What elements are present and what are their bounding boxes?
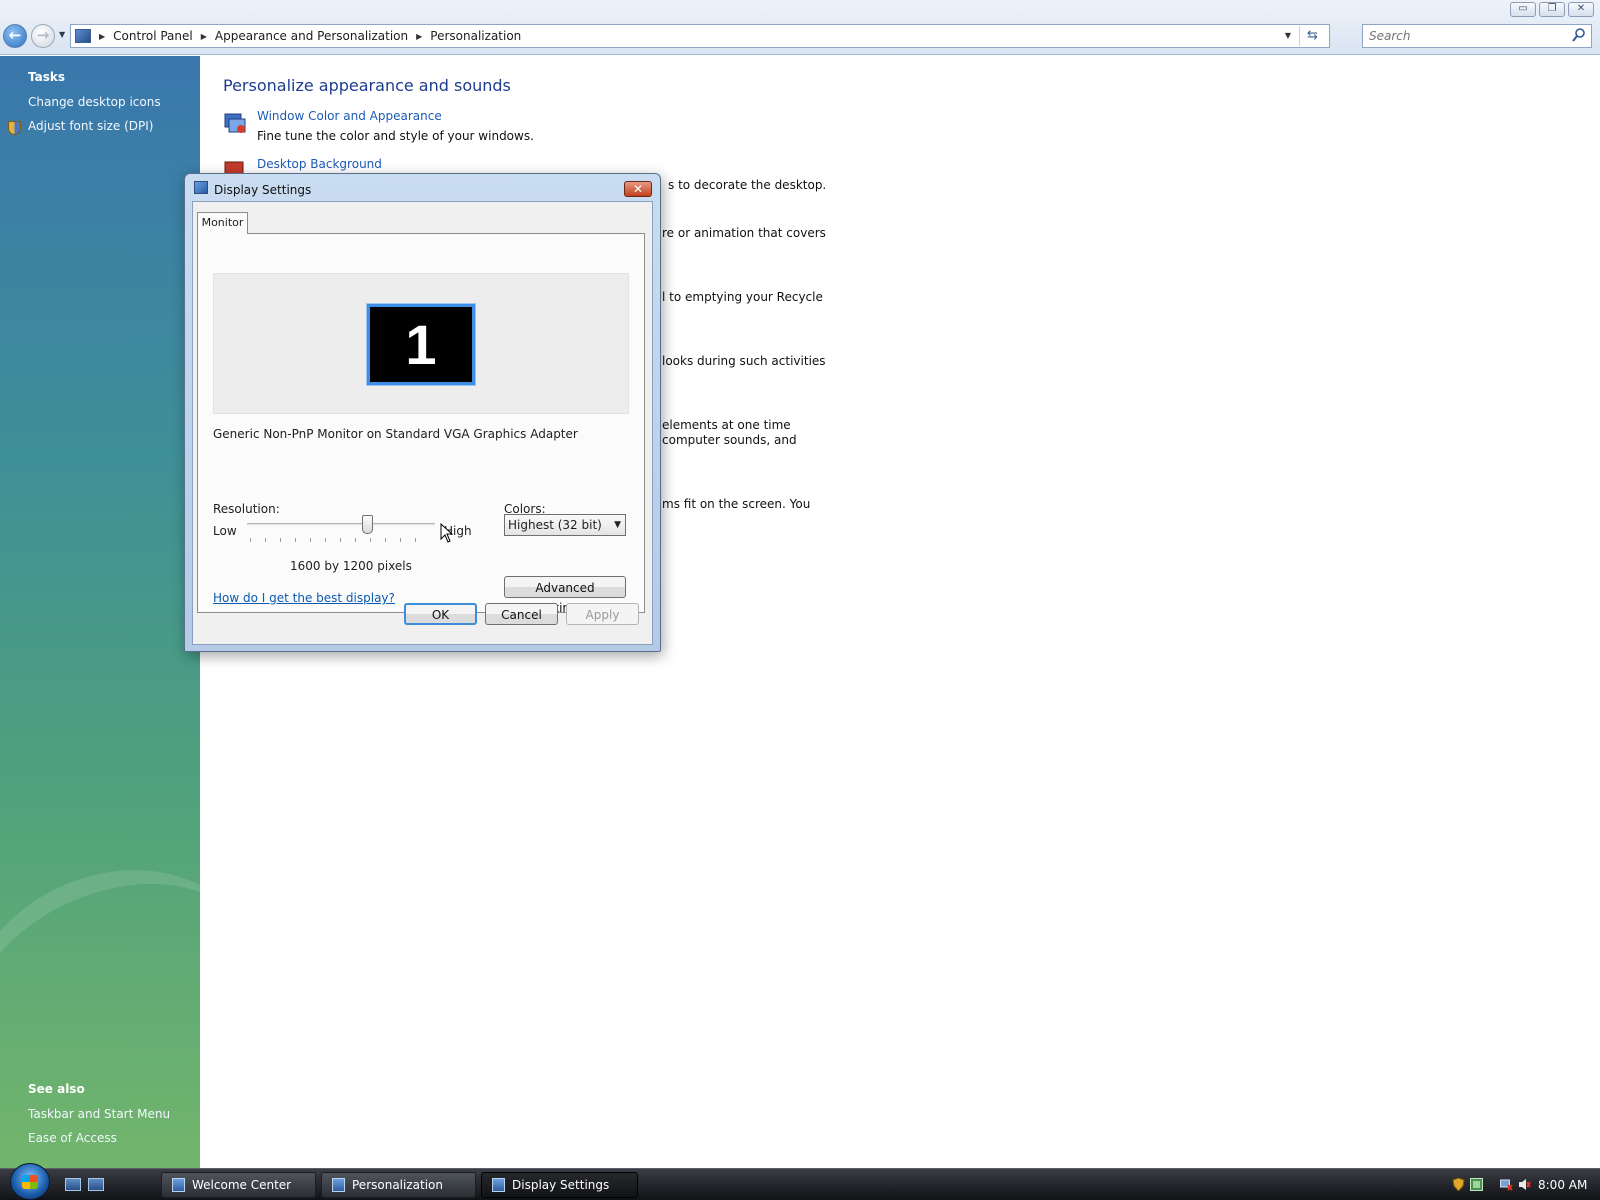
monitor-1-icon[interactable]: 1 xyxy=(366,303,476,386)
explorer-toolbar: ▭ ❐ ✕ ← → ▼ ▶ Control Panel ▶ Appearance… xyxy=(0,0,1600,55)
security-shield-icon[interactable] xyxy=(1452,1178,1465,1191)
network-disconnected-icon[interactable] xyxy=(1500,1178,1513,1191)
search-icon[interactable] xyxy=(1572,27,1586,43)
monitor-adapter-name: Generic Non-PnP Monitor on Standard VGA … xyxy=(213,427,578,441)
colors-select[interactable]: Highest (32 bit) ▼ xyxy=(504,514,626,536)
desktop-background-link[interactable]: Desktop Background xyxy=(257,157,382,171)
forward-button[interactable]: → xyxy=(31,24,55,48)
personalization-icon xyxy=(332,1178,345,1192)
forward-arrow-icon: → xyxy=(36,26,50,44)
dialog-body: Monitor 1 Generic Non-PnP Monitor on Sta… xyxy=(192,201,653,645)
dialog-close-button[interactable]: ✕ xyxy=(624,181,652,197)
tab-monitor[interactable]: Monitor xyxy=(197,212,248,234)
resolution-slider-ticks xyxy=(250,538,430,542)
volume-muted-icon[interactable] xyxy=(1518,1178,1531,1191)
window-color-icon xyxy=(224,113,246,133)
task-pane: Tasks Change desktop icons Adjust font s… xyxy=(0,56,297,1169)
restore-button[interactable]: ❐ xyxy=(1539,2,1565,17)
resolution-low-label: Low xyxy=(213,524,237,538)
resolution-slider-thumb[interactable] xyxy=(361,515,373,534)
display-settings-icon xyxy=(492,1178,505,1192)
back-arrow-icon: ← xyxy=(8,26,22,44)
tasks-heading: Tasks xyxy=(28,70,66,84)
breadcrumb-chevron-icon[interactable]: ▶ xyxy=(416,32,422,41)
colors-select-value: Highest (32 bit) xyxy=(508,518,602,532)
ok-button[interactable]: OK xyxy=(404,603,477,625)
ease-of-access-link[interactable]: Ease of Access xyxy=(28,1131,117,1145)
window-color-description: Fine tune the color and style of your wi… xyxy=(257,129,534,143)
monitor-arrangement-area: 1 xyxy=(213,273,629,414)
mouse-cursor-icon xyxy=(440,523,454,543)
address-dropdown-icon[interactable]: ▼ xyxy=(1285,31,1291,40)
best-display-help-link[interactable]: How do I get the best display? xyxy=(213,591,395,605)
taskbar-button-label: Welcome Center xyxy=(192,1178,292,1192)
cancel-button[interactable]: Cancel xyxy=(485,603,558,625)
taskbar-button-welcome-center[interactable]: Welcome Center xyxy=(161,1172,316,1198)
dialog-title: Display Settings xyxy=(214,183,312,197)
partial-description: elements at one time xyxy=(662,418,791,432)
taskbar-button-label: Personalization xyxy=(352,1178,443,1192)
partial-description: computer sounds, and xyxy=(662,433,797,447)
close-window-button[interactable]: ✕ xyxy=(1568,2,1594,17)
resolution-value: 1600 by 1200 pixels xyxy=(290,559,412,573)
change-desktop-icons-link[interactable]: Change desktop icons xyxy=(28,95,161,109)
taskbar-button-display-settings[interactable]: Display Settings xyxy=(481,1172,638,1198)
partial-description: s to decorate the desktop. xyxy=(668,178,827,192)
uac-shield-icon xyxy=(8,121,21,135)
switch-windows-icon[interactable] xyxy=(88,1178,104,1191)
taskbar-start-menu-link[interactable]: Taskbar and Start Menu xyxy=(28,1107,170,1121)
taskbar-button-personalization[interactable]: Personalization xyxy=(321,1172,476,1198)
back-button[interactable]: ← xyxy=(3,24,27,48)
breadcrumb-personalization[interactable]: Personalization xyxy=(430,29,521,43)
start-button[interactable] xyxy=(10,1163,50,1200)
search-box[interactable] xyxy=(1362,24,1592,48)
chevron-down-icon: ▼ xyxy=(614,520,621,530)
resolution-label: Resolution: xyxy=(213,502,280,516)
display-settings-dialog: Display Settings ✕ Monitor 1 Generic Non… xyxy=(184,173,661,652)
refresh-icon[interactable]: ⇆ xyxy=(1299,26,1325,46)
breadcrumb-control-panel[interactable]: Control Panel xyxy=(113,29,193,43)
partial-description: looks during such activities xyxy=(662,354,826,368)
adjust-font-size-link[interactable]: Adjust font size (DPI) xyxy=(28,119,153,133)
minimize-button[interactable]: ▭ xyxy=(1510,2,1536,17)
resolution-slider-track[interactable] xyxy=(247,523,435,526)
windows-sidebar-icon[interactable] xyxy=(1470,1178,1483,1191)
monitor-tab-panel: 1 Generic Non-PnP Monitor on Standard VG… xyxy=(197,233,645,615)
partial-description: l to emptying your Recycle xyxy=(662,290,823,304)
control-panel-icon xyxy=(75,29,91,43)
apply-button[interactable]: Apply xyxy=(566,603,639,625)
page-title: Personalize appearance and sounds xyxy=(223,76,511,95)
breadcrumb-chevron-icon[interactable]: ▶ xyxy=(201,32,207,41)
taskbar-clock: 8:00 AM xyxy=(1538,1178,1588,1192)
window-controls: ▭ ❐ ✕ xyxy=(1510,2,1594,17)
recent-pages-dropdown-icon[interactable]: ▼ xyxy=(59,30,65,39)
advanced-settings-button[interactable]: Advanced Settings... xyxy=(504,576,626,615)
search-input[interactable] xyxy=(1367,26,1567,46)
breadcrumb-appearance[interactable]: Appearance and Personalization xyxy=(215,29,408,43)
window-color-link[interactable]: Window Color and Appearance xyxy=(257,109,442,123)
address-bar[interactable]: ▶ Control Panel ▶ Appearance and Persona… xyxy=(70,24,1330,48)
partial-description: re or animation that covers xyxy=(662,226,826,240)
see-also-heading: See also xyxy=(28,1082,85,1096)
breadcrumb-chevron-icon[interactable]: ▶ xyxy=(99,32,105,41)
show-desktop-icon[interactable] xyxy=(65,1178,81,1191)
partial-description: ms fit on the screen. You xyxy=(662,497,811,511)
display-settings-icon xyxy=(194,181,208,194)
taskbar-button-label: Display Settings xyxy=(512,1178,610,1192)
welcome-center-icon xyxy=(172,1178,185,1192)
